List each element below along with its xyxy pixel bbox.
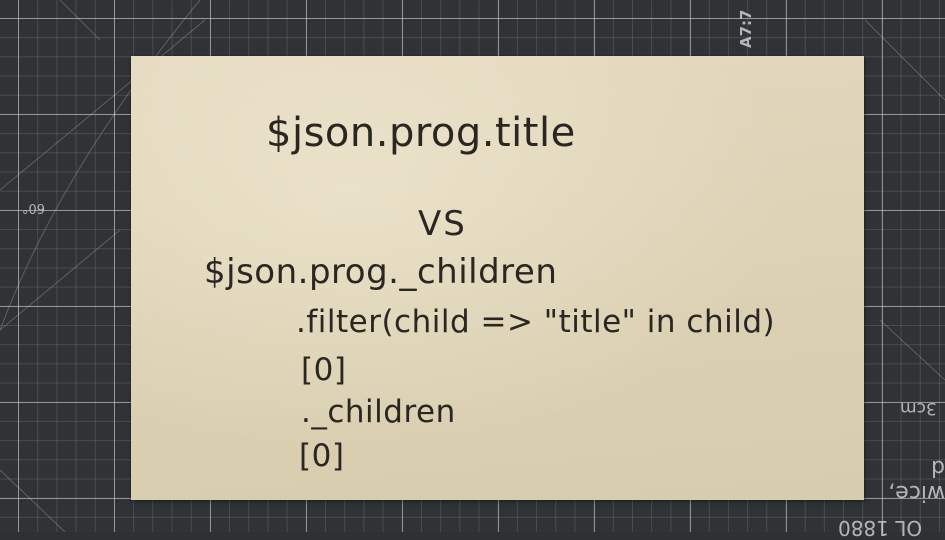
mat-size-marking: A7:7 [737, 9, 755, 48]
mat-code-marking: OL 1880 [838, 516, 923, 540]
note-line-index-first: [0] [301, 352, 347, 388]
mat-text-marking: wice, d [888, 455, 945, 505]
note-line-filter: .filter(child => "title" in child) [296, 304, 776, 340]
mat-angle-marking: 60° [22, 200, 46, 215]
note-line-children-expression: $json.prog._children [204, 252, 558, 292]
mat-unit-marking: 3cm [900, 398, 937, 418]
note-line-children-access: ._children [301, 394, 456, 430]
paper-note: $json.prog.title VS $json.prog._children… [131, 56, 864, 500]
note-line-versus: VS [418, 204, 467, 244]
note-line-title-expression: $json.prog.title [266, 110, 576, 156]
note-line-index-second: [0] [299, 438, 345, 474]
